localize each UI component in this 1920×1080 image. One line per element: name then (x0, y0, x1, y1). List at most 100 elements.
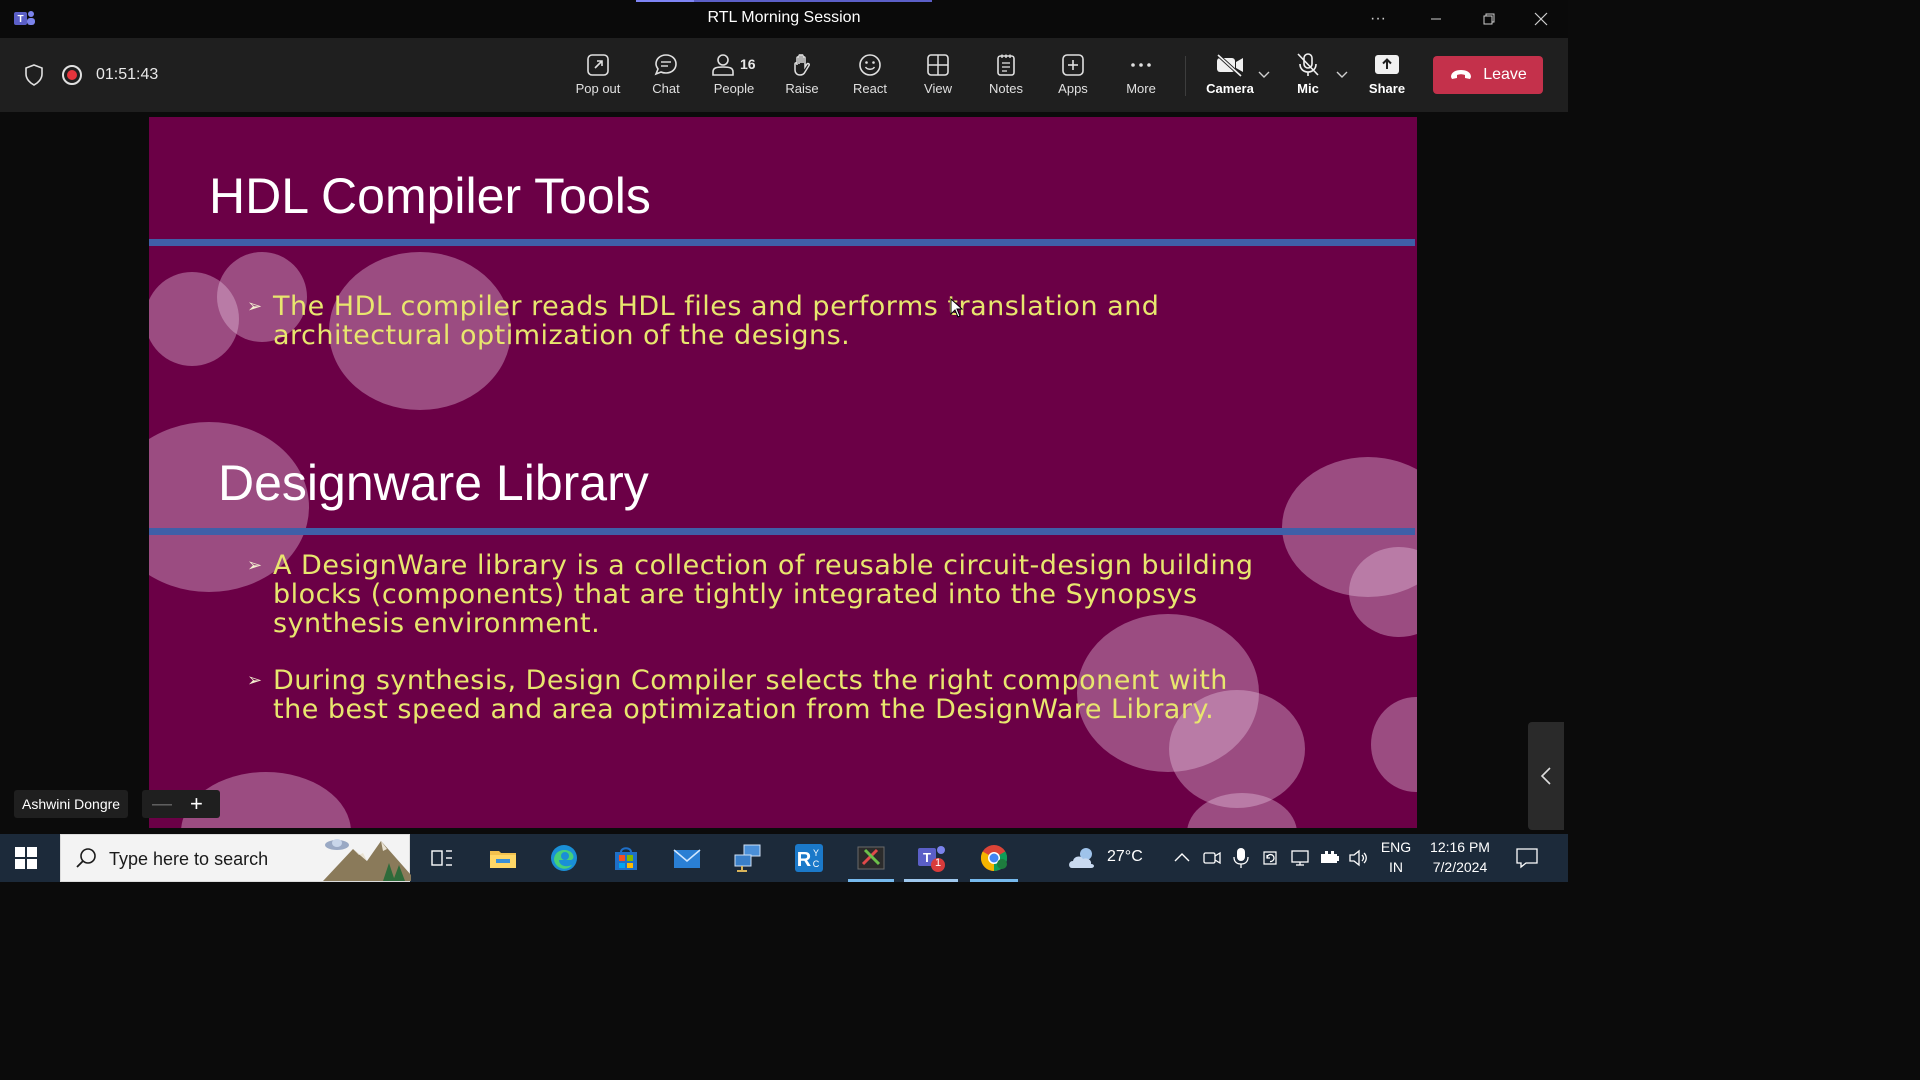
teams-taskbar-icon[interactable]: T 1 (916, 842, 948, 874)
title-bar: T RTL Morning Session ··· (0, 0, 1568, 38)
share-label: Share (1368, 81, 1406, 96)
clock[interactable]: 12:16 PM 7/2/2024 (1424, 839, 1496, 875)
svg-text:R: R (797, 849, 812, 871)
bullet-text: A DesignWare library is a collection of … (273, 550, 1254, 639)
remote-desktop-icon[interactable] (732, 842, 764, 874)
zoom-controls: — + (142, 790, 220, 818)
grid-view-icon (927, 54, 949, 76)
meet-now-icon[interactable] (1202, 848, 1222, 868)
shared-slide: HDL Compiler Tools ➢ The HDL compiler re… (149, 117, 1417, 828)
leave-button[interactable]: Leave (1433, 56, 1543, 94)
more-options-icon[interactable]: ··· (1366, 7, 1390, 31)
restore-button[interactable] (1477, 7, 1501, 31)
mail-icon[interactable] (671, 842, 703, 874)
share-screen-icon (1375, 55, 1399, 74)
notes-label: Notes (989, 81, 1023, 96)
search-highlight-illustration-icon (323, 839, 411, 881)
chat-button[interactable]: Chat (634, 50, 698, 102)
mouse-cursor-icon (950, 298, 964, 318)
file-explorer-icon[interactable] (487, 842, 519, 874)
arrow-bullet-icon: ➢ (247, 670, 263, 691)
hang-up-icon (1451, 70, 1472, 79)
display-icon[interactable] (1290, 848, 1310, 868)
snipping-tool-icon[interactable] (855, 842, 887, 874)
microsoft-store-icon[interactable] (610, 842, 642, 874)
pop-out-label: Pop out (575, 81, 621, 96)
clock-date: 7/2/2024 (1432, 859, 1488, 875)
heading-rule (149, 239, 1415, 246)
window-title: RTL Morning Session (707, 9, 861, 26)
react-button[interactable]: React (838, 50, 902, 102)
zoom-out-button[interactable]: — (152, 793, 172, 816)
language-region: IN (1389, 859, 1403, 875)
smiley-icon (859, 54, 881, 76)
pop-out-icon (587, 54, 609, 76)
active-app-indicator (970, 879, 1018, 882)
clock-time: 12:16 PM (1430, 839, 1490, 855)
mic-off-icon (1297, 53, 1319, 76)
camera-off-icon (1216, 53, 1243, 78)
camera-options-chevron-icon[interactable] (1258, 71, 1270, 79)
weather-temperature[interactable]: 27°C (1107, 848, 1143, 866)
bubble-decoration (1371, 697, 1417, 792)
recording-icon (62, 65, 82, 85)
shield-icon[interactable] (24, 64, 44, 86)
people-label: People (713, 81, 755, 96)
people-button[interactable]: 16 People (702, 50, 766, 102)
battery-icon[interactable] (1319, 848, 1341, 868)
bullet-text: The HDL compiler reads HDL files and per… (273, 291, 1160, 351)
task-view-icon[interactable] (426, 842, 458, 874)
notifications-icon[interactable] (1514, 846, 1540, 870)
show-hidden-icons-chevron-icon[interactable] (1172, 848, 1192, 868)
add-apps-icon (1062, 54, 1084, 76)
camera-button[interactable]: Camera (1198, 50, 1262, 102)
share-button[interactable]: Share (1355, 50, 1419, 102)
arrow-bullet-icon: ➢ (247, 555, 263, 576)
meeting-timer: 01:51:43 (96, 66, 159, 83)
notes-icon (997, 54, 1015, 76)
svg-text:T: T (923, 850, 931, 865)
pop-out-button[interactable]: Pop out (566, 50, 630, 102)
more-button[interactable]: More (1109, 50, 1173, 102)
mic-button[interactable]: Mic (1276, 50, 1340, 102)
title-accent-highlight (636, 0, 694, 2)
leave-label: Leave (1483, 66, 1527, 83)
chat-label: Chat (652, 81, 680, 96)
edge-browser-icon[interactable] (548, 842, 580, 874)
security-update-icon[interactable] (1260, 848, 1280, 868)
meeting-toolbar: 01:51:43 Pop out Chat 16 People Raise Re… (0, 38, 1568, 112)
react-label: React (853, 81, 887, 96)
cloudy-weather-icon[interactable] (1066, 842, 1098, 874)
chrome-browser-icon[interactable] (978, 842, 1010, 874)
arrow-bullet-icon: ➢ (247, 296, 263, 317)
bullet-item: ➢ During synthesis, Design Compiler sele… (247, 666, 1273, 724)
volume-icon[interactable] (1348, 848, 1370, 868)
input-language[interactable]: ENG IN (1378, 839, 1414, 875)
windows-taskbar: Type here to search RYC T 1 27°C ENG IN … (0, 834, 1568, 882)
notes-button[interactable]: Notes (974, 50, 1038, 102)
active-app-indicator (904, 879, 958, 882)
bubble-decoration (149, 272, 239, 366)
slide-heading-hdl-compiler: HDL Compiler Tools (209, 168, 651, 224)
camera-label: Camera (1206, 81, 1254, 96)
view-button[interactable]: View (906, 50, 970, 102)
zoom-in-button[interactable]: + (190, 791, 203, 817)
heading-rule (149, 528, 1415, 535)
mic-options-chevron-icon[interactable] (1336, 71, 1348, 79)
view-label: View (924, 81, 952, 96)
apps-button[interactable]: Apps (1041, 50, 1105, 102)
taskbar-search-box[interactable]: Type here to search (60, 834, 411, 882)
hand-icon (794, 54, 810, 76)
minimize-button[interactable] (1424, 7, 1448, 31)
expand-panel-chevron-icon[interactable] (1528, 722, 1564, 830)
raise-hand-button[interactable]: Raise (770, 50, 834, 102)
chat-icon (654, 54, 677, 76)
rx-app-icon[interactable]: RYC (793, 842, 825, 874)
raise-label: Raise (785, 81, 819, 96)
participant-count: 16 (740, 56, 756, 72)
active-app-indicator (848, 879, 894, 882)
microphone-in-use-icon[interactable] (1231, 847, 1251, 869)
windows-start-icon[interactable] (14, 846, 38, 870)
svg-text:C: C (813, 859, 820, 869)
close-button[interactable] (1529, 7, 1553, 31)
